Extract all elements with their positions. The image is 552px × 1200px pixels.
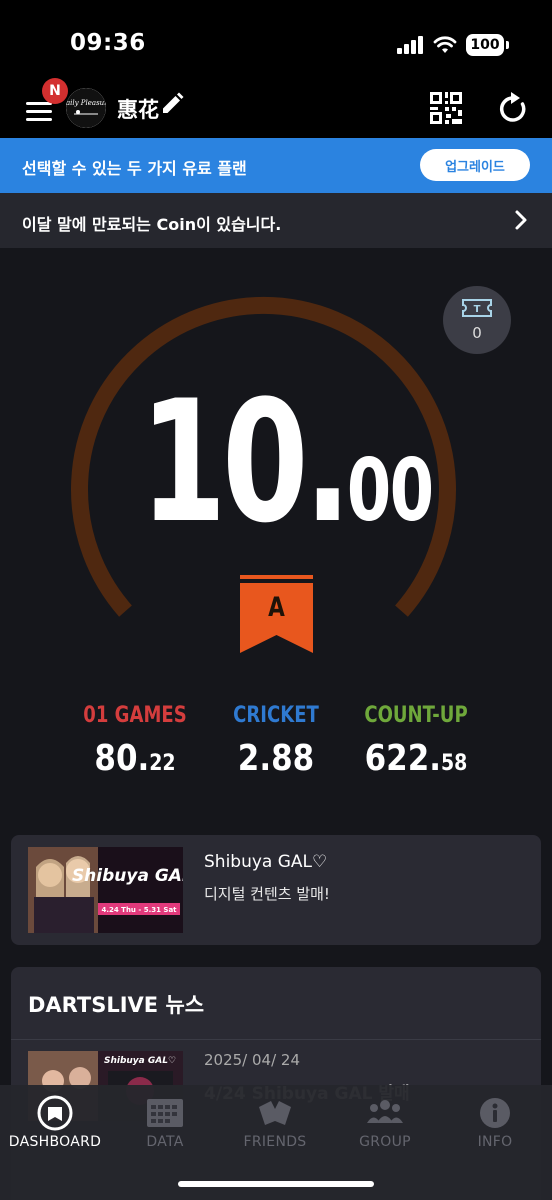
tab-data[interactable]: DATA	[110, 1085, 220, 1165]
rating-integer: 10.	[140, 364, 351, 560]
tab-label: INFO	[477, 1134, 513, 1150]
stat-label: COUNT-UP	[364, 703, 468, 728]
class-letter: A	[268, 592, 285, 623]
stat-dec: 58	[441, 751, 468, 776]
avatar[interactable]: Daily Pleasure	[66, 88, 106, 128]
rating-area: T 0 10.00 A 01 GAMES 80.22 CRICKET 2.88 …	[0, 248, 552, 828]
username: 惠花	[117, 98, 159, 122]
upgrade-button[interactable]: 업그레이드	[420, 149, 530, 181]
ticket-count: 0	[472, 324, 482, 342]
stat-dec: 22	[149, 751, 176, 776]
upgrade-text: 선택할 수 있는 두 가지 유료 플랜	[22, 159, 247, 178]
home-indicator	[178, 1181, 374, 1187]
info-icon	[480, 1098, 510, 1128]
group-icon	[367, 1100, 403, 1123]
stat-value: 622.58	[339, 738, 494, 779]
svg-text:T: T	[474, 304, 481, 315]
news-heading: DARTSLIVE 뉴스	[28, 993, 205, 1017]
app-header: N Daily Pleasure 惠花	[0, 78, 552, 138]
tab-info[interactable]: INFO	[440, 1085, 550, 1165]
stat-int: 80.	[94, 738, 150, 779]
promo-title: Shibuya GAL♡	[204, 852, 328, 872]
status-time: 09:36	[70, 30, 146, 56]
refresh-icon[interactable]	[498, 92, 528, 124]
coin-expiry-notice[interactable]: 이달 말에 만료되는 Coin이 있습니다.	[0, 193, 552, 248]
avatar-logo-text: Daily Pleasure	[66, 99, 106, 107]
battery-indicator: 100	[466, 34, 509, 56]
ticket-icon: T	[462, 299, 492, 317]
notification-badge: N	[42, 78, 68, 104]
avatar-logo: Daily Pleasure	[66, 88, 106, 128]
tab-label: DATA	[146, 1134, 184, 1150]
upgrade-banner: 선택할 수 있는 두 가지 유료 플랜 업그레이드	[0, 138, 552, 193]
promo-image-title: Shibuya GAL♡	[72, 866, 183, 886]
news-thumbnail-title: Shibuya GAL♡	[104, 1056, 176, 1066]
friends-icon	[259, 1101, 291, 1125]
stat-count-up[interactable]: COUNT-UP 622.58	[326, 703, 506, 779]
chevron-right-icon	[515, 210, 527, 230]
promo-image: Shibuya GAL♡ 4.24 Thu - 5.31 Sat	[28, 847, 183, 933]
promo-card[interactable]: Shibuya GAL♡ 4.24 Thu - 5.31 Sat Shibuya…	[11, 835, 541, 945]
data-icon	[147, 1099, 183, 1127]
stat-int: 2.88	[237, 738, 315, 779]
rating-decimal: 00	[346, 441, 434, 541]
edit-icon[interactable]	[160, 92, 184, 116]
status-icons: 100	[397, 34, 509, 56]
tab-label: FRIENDS	[243, 1134, 307, 1150]
rating-value: 10.00	[140, 378, 434, 546]
tab-group[interactable]: GROUP	[330, 1085, 440, 1165]
news-date: 2025/ 04/ 24	[204, 1051, 300, 1069]
promo-subtitle: 디지털 컨텐츠 발매!	[204, 885, 330, 903]
promo-image-dates: 4.24 Thu - 5.31 Sat	[101, 906, 177, 914]
dashboard-icon	[37, 1095, 73, 1131]
qr-code-icon[interactable]	[430, 92, 462, 124]
tab-friends[interactable]: FRIENDS	[220, 1085, 330, 1165]
tab-label: GROUP	[359, 1134, 411, 1150]
news-divider	[11, 1039, 541, 1040]
status-bar: 09:36 100	[0, 0, 552, 88]
stat-int: 622.	[364, 738, 442, 779]
signal-icon	[397, 36, 423, 54]
wifi-icon	[433, 36, 457, 53]
coin-expiry-text: 이달 말에 만료되는 Coin이 있습니다.	[22, 215, 282, 234]
ticket-badge[interactable]: T 0	[443, 286, 511, 354]
tab-label: DASHBOARD	[8, 1134, 102, 1150]
tab-dashboard[interactable]: DASHBOARD	[0, 1085, 110, 1165]
